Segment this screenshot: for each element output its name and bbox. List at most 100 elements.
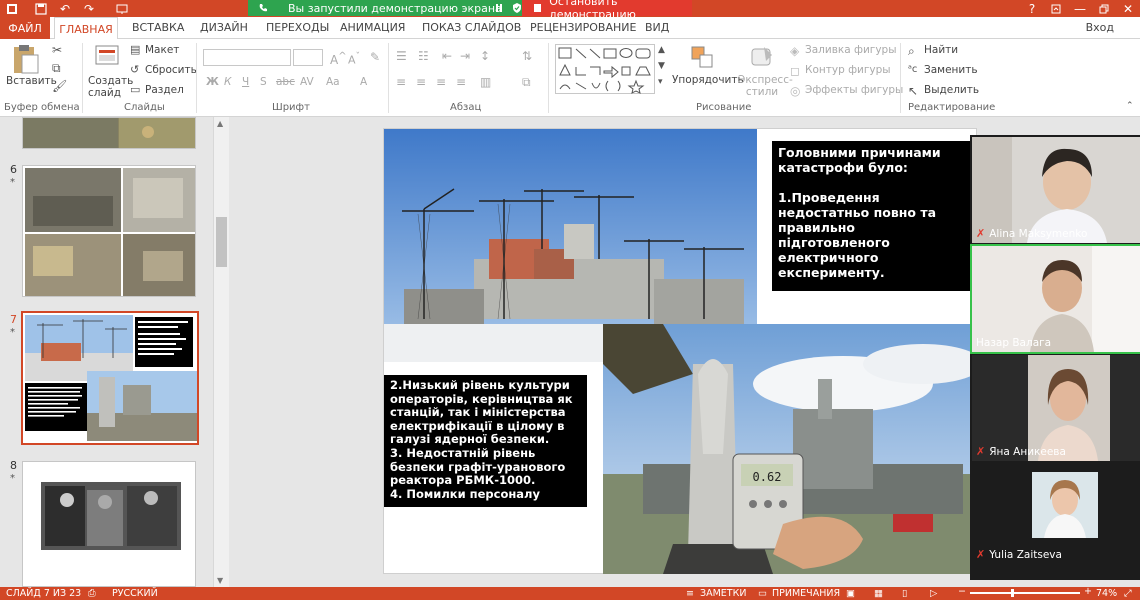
bullets-icon[interactable]: ☰	[396, 49, 407, 63]
dosimeter-memorial-photo[interactable]: 0.62	[603, 324, 983, 574]
slide-thumbnail-7[interactable]	[21, 311, 199, 445]
start-slideshow-icon[interactable]	[112, 0, 132, 17]
scroll-up-icon[interactable]: ▲	[217, 119, 223, 128]
tab-review[interactable]: РЕЦЕНЗИРОВАНИЕ	[530, 21, 636, 34]
tab-transitions[interactable]: ПЕРЕХОДЫ	[266, 21, 329, 34]
participant-tile[interactable]: ✗ Alina Maksymenko	[972, 137, 1140, 243]
slideshow-view-icon[interactable]: ▷	[930, 588, 937, 599]
tab-animation[interactable]: АНИМАЦИЯ	[340, 21, 405, 34]
bold-button[interactable]: Ж	[206, 76, 219, 88]
participant-tile[interactable]: ✗ Yulia Zaitseva	[972, 464, 1140, 564]
tab-insert[interactable]: ВСТАВКА	[132, 21, 184, 34]
shield-check-icon[interactable]	[512, 3, 522, 13]
shape-outline-button[interactable]: Контур фигуры	[805, 64, 891, 76]
arrange-button[interactable]: Упорядочить	[672, 74, 744, 86]
save-icon[interactable]	[32, 0, 50, 17]
new-slide-button[interactable]: Создать слайд	[88, 75, 133, 99]
find-button[interactable]: Найти	[924, 44, 958, 56]
slide-thumbnail-6[interactable]	[22, 165, 196, 297]
help-button[interactable]: ?	[1020, 0, 1044, 17]
copy-icon[interactable]: ⧉	[52, 61, 61, 76]
font-color-button[interactable]: A	[360, 76, 367, 88]
quick-styles-icon[interactable]	[750, 45, 774, 69]
shape-fill-button[interactable]: Заливка фигуры	[805, 44, 897, 56]
causes-text-box-1[interactable]: Головними причинами катастрофи було: 1.П…	[772, 141, 972, 291]
normal-view-icon[interactable]: ▣	[846, 588, 855, 599]
gallery-more-icon[interactable]: ▾	[658, 77, 663, 87]
paste-button[interactable]: Вставить	[6, 75, 57, 87]
gallery-scroll-up-icon[interactable]: ▲	[658, 45, 665, 55]
participant-tile-active-speaker[interactable]: Назар Валага	[970, 244, 1140, 354]
reading-view-icon[interactable]: ▯	[902, 588, 907, 599]
section-button[interactable]: Раздел	[145, 84, 184, 96]
format-painter-icon[interactable]: 🖌	[52, 79, 67, 93]
gallery-scroll-down-icon[interactable]: ▼	[658, 61, 665, 71]
shadow-text-button[interactable]: S	[260, 76, 267, 88]
columns-icon[interactable]: ▥	[480, 75, 491, 89]
zoom-level[interactable]: 74%	[1096, 588, 1117, 599]
zoom-slider[interactable]	[970, 589, 1080, 597]
zoom-in-button[interactable]: +	[1084, 586, 1092, 597]
italic-button[interactable]: К	[224, 76, 231, 88]
slide-thumbnail-8[interactable]	[22, 461, 196, 587]
arrange-icon[interactable]	[690, 45, 716, 71]
slide-sorter-icon[interactable]: ▦	[874, 588, 883, 599]
decrease-font-icon[interactable]: Aˇ	[348, 51, 360, 67]
slide-thumbnail[interactable]	[22, 117, 196, 149]
reset-button[interactable]: Сбросить	[145, 64, 197, 76]
clear-format-icon[interactable]: ✎	[370, 50, 380, 64]
zoom-out-button[interactable]: −	[958, 586, 966, 597]
replace-button[interactable]: Заменить	[924, 64, 978, 76]
stop-share-button[interactable]: Остановить демонстрацию	[522, 0, 692, 21]
layout-button[interactable]: Макет	[145, 44, 179, 56]
current-slide[interactable]: Головними причинами катастрофи було: 1.П…	[383, 128, 983, 574]
tab-slideshow[interactable]: ПОКАЗ СЛАЙДОВ	[422, 21, 521, 34]
change-case-button[interactable]: Aa	[326, 76, 340, 88]
underline-button[interactable]: Ч	[242, 76, 249, 88]
font-size-field[interactable]	[293, 49, 323, 66]
notes-button[interactable]: ЗАМЕТКИ	[700, 588, 746, 599]
line-spacing-icon[interactable]: ↕	[480, 49, 490, 63]
justify-icon[interactable]: ≡	[456, 75, 466, 89]
tab-home[interactable]: ГЛАВНАЯ	[54, 17, 118, 40]
font-name-field[interactable]	[203, 49, 291, 66]
cut-icon[interactable]: ✂	[52, 43, 62, 57]
collapse-ribbon-icon[interactable]: ⌃	[1126, 101, 1134, 111]
zoom-slider-thumb[interactable]	[1010, 589, 1014, 597]
participant-tile[interactable]: ✗ Яна Аникеева	[972, 355, 1140, 461]
close-icon[interactable]: ✕	[1116, 0, 1140, 17]
ribbon-display-options-icon[interactable]	[1044, 0, 1068, 17]
language-indicator[interactable]: РУССКИЙ	[112, 588, 158, 599]
increase-font-icon[interactable]: A^	[330, 51, 347, 67]
new-slide-icon[interactable]	[92, 43, 122, 73]
align-left-icon[interactable]: ≡	[396, 75, 406, 89]
spellcheck-icon[interactable]: ⎙	[88, 588, 96, 599]
paste-icon[interactable]	[8, 43, 44, 77]
select-button[interactable]: Выделить	[924, 84, 979, 96]
signin-link[interactable]: Вход	[1086, 21, 1114, 34]
shapes-gallery[interactable]	[555, 44, 655, 94]
numbering-icon[interactable]: ☷	[418, 49, 429, 63]
indent-increase-icon[interactable]: ⇥	[460, 49, 470, 63]
causes-text-box-2[interactable]: 2.Низький рівень культури операторів, ке…	[384, 375, 587, 507]
undo-icon[interactable]: ↶	[56, 0, 74, 17]
scroll-thumb[interactable]	[216, 217, 227, 267]
tab-view[interactable]: ВИД	[645, 21, 669, 34]
align-center-icon[interactable]: ≡	[416, 75, 426, 89]
comments-button[interactable]: ПРИМЕЧАНИЯ	[772, 588, 840, 599]
char-spacing-button[interactable]: AV	[300, 76, 314, 88]
pause-icon[interactable]	[494, 3, 504, 13]
tab-file[interactable]: ФАЙЛ	[0, 17, 50, 39]
minimize-icon[interactable]: —	[1068, 0, 1092, 17]
strikethrough-button[interactable]: abc	[276, 76, 295, 88]
tab-design[interactable]: ДИЗАЙН	[200, 21, 248, 34]
indent-decrease-icon[interactable]: ⇤	[442, 49, 452, 63]
thumbnails-scrollbar[interactable]: ▲ ▼	[213, 117, 229, 587]
shape-effects-button[interactable]: Эффекты фигуры	[805, 84, 903, 96]
redo-icon[interactable]: ↷	[80, 0, 98, 17]
quick-styles-button[interactable]: Экспресс-стили	[738, 74, 793, 98]
smartart-icon[interactable]: ⧉	[522, 75, 531, 90]
fit-slide-icon[interactable]: ⤢	[1124, 588, 1132, 599]
text-direction-icon[interactable]: ⇅	[522, 49, 532, 63]
align-right-icon[interactable]: ≡	[436, 75, 446, 89]
